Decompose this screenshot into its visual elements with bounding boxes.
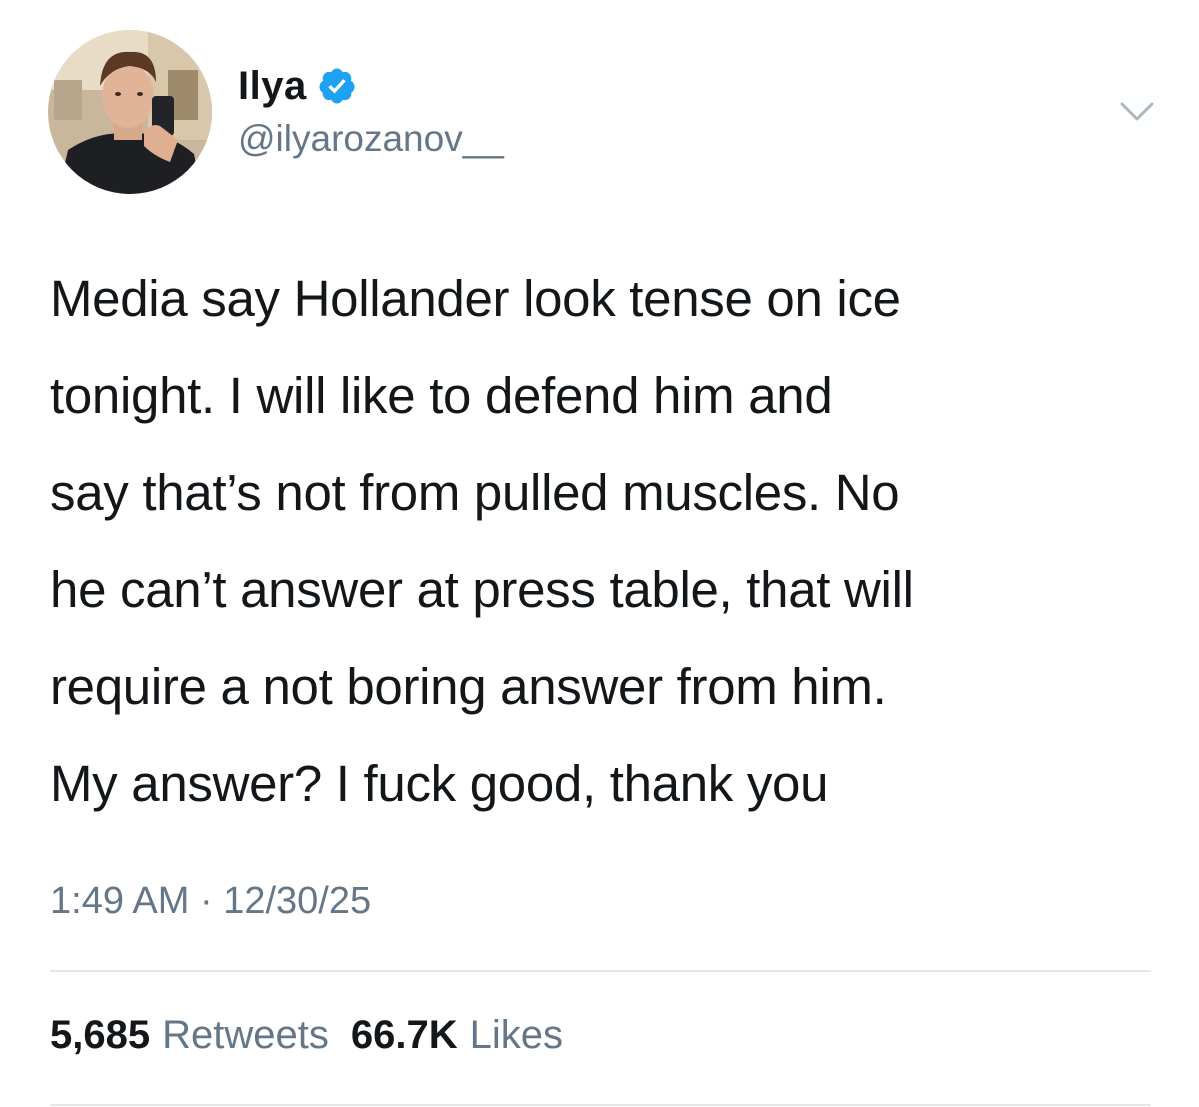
likes-stat[interactable]: 66.7K Likes [351,1013,563,1058]
display-name[interactable]: Ilya [238,64,307,109]
timestamp-separator: · [199,880,213,922]
retweets-label: Retweets [162,1013,329,1057]
tweet-stats: 5,685 Retweets 66.7K Likes [50,1013,563,1058]
author-handle[interactable]: @ilyarozanov__ [238,118,504,160]
likes-label: Likes [469,1013,563,1057]
tweet-date: 12/30/25 [223,880,372,922]
chevron-down-icon[interactable] [1118,98,1156,126]
tweet-text: Media say Hollander look tense on ice to… [50,270,914,812]
timestamp[interactable]: 1:49 AM · 12/30/25 [50,880,371,923]
likes-count: 66.7K [350,1013,458,1057]
retweets-count: 5,685 [50,1013,151,1057]
retweets-stat[interactable]: 5,685 Retweets [50,1013,329,1058]
avatar[interactable] [48,30,212,194]
tweet-time: 1:49 AM [50,880,190,922]
verified-badge-icon [317,66,357,106]
divider [50,1104,1151,1106]
divider [50,970,1151,972]
author-name-row: Ilya [238,60,357,112]
tweet-card: Ilya @ilyarozanov__ Media say Hollander … [0,0,1199,1107]
